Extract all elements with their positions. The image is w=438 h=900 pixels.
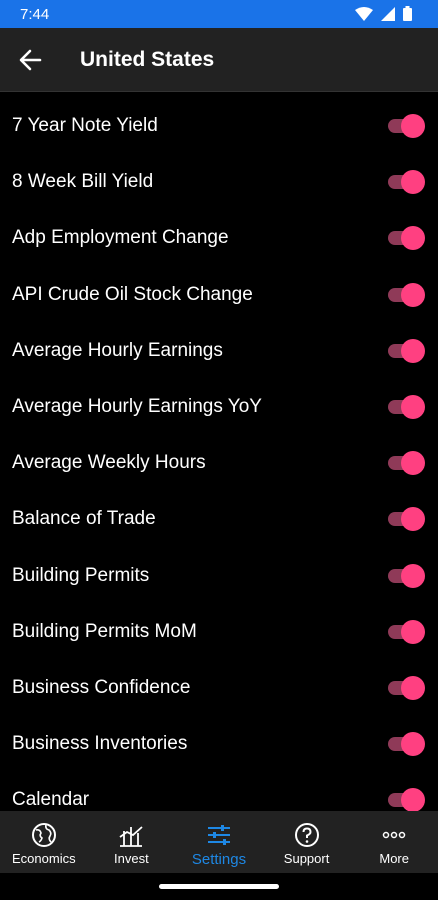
home-indicator[interactable]: [159, 884, 279, 889]
list-item-label: Average Weekly Hours: [12, 452, 206, 474]
nav-item-support[interactable]: Support: [263, 811, 351, 873]
list-item: API Crude Oil Stock Change: [0, 268, 438, 324]
nav-label: Settings: [191, 851, 247, 868]
page-title: United States: [80, 48, 215, 71]
gesture-bar: [0, 873, 438, 900]
nav-item-more[interactable]: More: [350, 811, 438, 873]
more-icon: [382, 831, 406, 839]
list-item: Average Hourly Earnings YoY: [0, 380, 438, 436]
nav-item-economics[interactable]: Economics: [0, 811, 88, 873]
toggle-switch[interactable]: [388, 338, 426, 363]
list-item-label: API Crude Oil Stock Change: [12, 283, 253, 305]
globe-icon: [31, 823, 56, 847]
list-item-label: 7 Year Note Yield: [12, 115, 158, 136]
list-item: Adp Employment Change: [0, 211, 438, 267]
status-bar: 7:44: [0, 0, 438, 28]
list-item: Average Weekly Hours: [0, 436, 438, 492]
help-icon: [294, 823, 319, 847]
toggle-switch[interactable]: [388, 563, 426, 588]
list-item: Business Inventories: [0, 717, 438, 773]
back-button[interactable]: [16, 46, 46, 74]
arrow-left-icon: [19, 49, 42, 71]
toggle-switch[interactable]: [388, 170, 426, 195]
toggle-switch[interactable]: [388, 507, 426, 532]
list-item-label: Adp Employment Change: [12, 227, 229, 249]
chart-icon: [119, 826, 143, 847]
list-item-label: Building Permits MoM: [12, 620, 197, 642]
list-item: Average Hourly Earnings: [0, 324, 438, 380]
app-bar: United States: [0, 28, 438, 92]
toggle-switch[interactable]: [388, 114, 426, 138]
list-item: 8 Week Bill Yield: [0, 155, 438, 211]
list-item: 7 Year Note Yield: [0, 99, 438, 155]
toggle-switch[interactable]: [388, 675, 426, 700]
nav-label: Economics: [12, 851, 76, 866]
nav-item-settings[interactable]: Settings: [175, 811, 263, 873]
list-item-label: Business Confidence: [12, 676, 191, 698]
status-time: 7:44: [20, 6, 50, 23]
nav-label: More: [379, 851, 409, 866]
wifi-icon: [355, 6, 373, 21]
toggle-switch[interactable]: [388, 394, 426, 419]
toggle-switch[interactable]: [388, 619, 426, 644]
toggle-switch[interactable]: [388, 282, 426, 307]
nav-item-invest[interactable]: Invest: [88, 811, 176, 873]
nav-label: Support: [283, 851, 330, 866]
list-item: Business Confidence: [0, 661, 438, 717]
list-item-label: Balance of Trade: [12, 508, 156, 530]
toggle-switch[interactable]: [388, 732, 426, 757]
sliders-icon: [207, 825, 230, 845]
list-item-label: Business Inventories: [12, 733, 188, 755]
list-item-label: Building Permits: [12, 564, 150, 586]
list-item-label: Average Hourly Earnings: [12, 339, 223, 361]
toggle-switch[interactable]: [388, 226, 426, 251]
list-item: Building Permits: [0, 549, 438, 605]
battery-icon: [403, 6, 412, 21]
list-item: Building Permits MoM: [0, 605, 438, 661]
toggle-switch[interactable]: [388, 788, 426, 811]
status-icons: [355, 6, 412, 21]
nav-label: Invest: [114, 851, 149, 866]
list-item-label: Average Hourly Earnings YoY: [12, 395, 262, 417]
list-item-label: 8 Week Bill Yield: [12, 171, 154, 193]
toggle-switch[interactable]: [388, 451, 426, 476]
signal-icon: [381, 6, 395, 21]
list-item-label: Calendar: [12, 789, 90, 811]
indicator-list: 7 Year Note Yield 8 Week Bill Yield Adp …: [0, 99, 438, 811]
list-item: Balance of Trade: [0, 492, 438, 548]
list-item: Calendar: [0, 773, 438, 811]
bottom-navigation: Economics Invest Settings Support More: [0, 811, 438, 873]
